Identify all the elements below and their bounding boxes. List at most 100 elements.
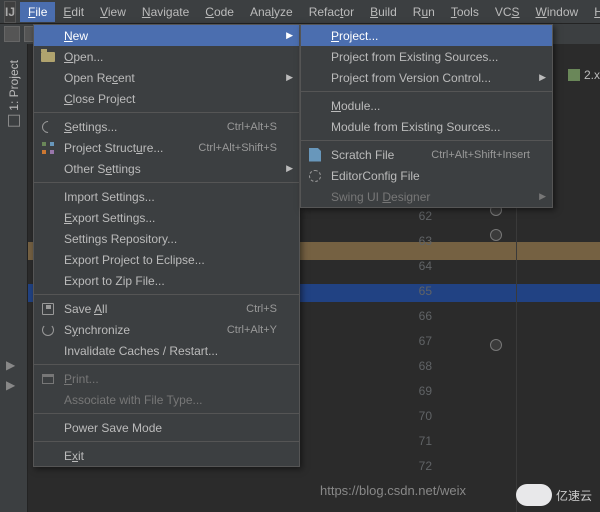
menu-item-label: EditorConfig File <box>331 169 530 183</box>
new-menu-item[interactable]: Project from Version Control... ▶ <box>301 67 552 88</box>
file-menu-item[interactable]: Close Project <box>34 88 299 109</box>
gear-icon <box>309 170 321 182</box>
folder-icon <box>41 52 55 62</box>
menu-shortcut: Ctrl+S <box>246 303 277 315</box>
disk-icon <box>42 303 54 315</box>
file-menu-item[interactable]: Open... <box>34 46 299 67</box>
arrow-right-icon: ▶ <box>6 358 15 372</box>
menubar-analyze[interactable]: Analyze <box>242 2 301 22</box>
menu-item-label: Power Save Mode <box>64 421 277 435</box>
file-menu-item[interactable]: Settings Repository... <box>34 228 299 249</box>
menubar-code[interactable]: Code <box>197 2 242 22</box>
new-menu-item[interactable]: EditorConfig File <box>301 165 552 186</box>
line-number: 72 <box>406 454 432 479</box>
line-number: 68 <box>406 354 432 379</box>
app-icon: IJ <box>4 1 16 23</box>
menubar-window[interactable]: Window <box>528 2 587 22</box>
arrow-right-icon: ▶ <box>6 378 15 392</box>
menubar: IJ FileEditViewNavigateCodeAnalyzeRefact… <box>0 0 600 24</box>
submenu-arrow-icon: ▶ <box>286 163 293 174</box>
submenu-arrow-icon: ▶ <box>286 72 293 83</box>
menu-item-label: Settings... <box>64 120 227 134</box>
watermark-brand-text: 亿速云 <box>556 487 592 504</box>
file-menu-item[interactable]: Export to Zip File... <box>34 270 299 291</box>
menu-item-label: Project from Existing Sources... <box>331 50 530 64</box>
menu-item-label: Project Structure... <box>64 141 198 155</box>
editor-tab-label: 2.xml <box>584 68 600 82</box>
project-tool-tab[interactable]: 1: Project <box>5 56 23 131</box>
fold-icon[interactable] <box>490 229 502 241</box>
fold-gutter <box>490 204 506 364</box>
new-menu-item[interactable]: Module... <box>301 95 552 116</box>
menu-item-label: Export Settings... <box>64 211 277 225</box>
file-menu-item[interactable]: Print... <box>34 368 299 389</box>
editor-tab[interactable]: 2.xml <box>568 68 600 82</box>
line-number-gutter: 6263646566676869707172 <box>406 204 432 479</box>
submenu-arrow-icon: ▶ <box>539 72 546 83</box>
menu-item-label: Save All <box>64 302 246 316</box>
line-number: 67 <box>406 329 432 354</box>
new-menu-item[interactable]: Swing UI Designer▶ <box>301 186 552 207</box>
menu-shortcut: Ctrl+Alt+Shift+S <box>198 142 277 154</box>
menu-item-label: Exit <box>64 449 277 463</box>
line-number: 65 <box>406 279 432 304</box>
struct-icon <box>42 142 54 154</box>
file-menu-item[interactable]: Export Project to Eclipse... <box>34 249 299 270</box>
menu-item-label: Swing UI Designer <box>331 190 530 204</box>
file-menu-item[interactable]: New▶ <box>34 25 299 46</box>
file-menu-item[interactable]: Associate with File Type... <box>34 389 299 410</box>
menu-item-label: Export to Zip File... <box>64 274 277 288</box>
scratch-icon <box>309 148 321 162</box>
wrench-icon <box>40 118 57 135</box>
menubar-build[interactable]: Build <box>362 2 405 22</box>
menubar-tools[interactable]: Tools <box>443 2 487 22</box>
new-menu-item[interactable]: Project... <box>301 25 552 46</box>
menubar-run[interactable]: Run <box>405 2 443 22</box>
project-tool-icon <box>8 115 20 127</box>
line-number: 69 <box>406 379 432 404</box>
menubar-view[interactable]: View <box>92 2 134 22</box>
menu-item-label: Module... <box>331 99 530 113</box>
file-menu-item[interactable]: Invalidate Caches / Restart... <box>34 340 299 361</box>
xml-file-icon <box>568 69 580 81</box>
file-menu-item[interactable]: SynchronizeCtrl+Alt+Y <box>34 319 299 340</box>
file-menu-item[interactable]: Power Save Mode <box>34 417 299 438</box>
toolwindow-arrows: ▶ ▶ <box>6 358 15 392</box>
print-icon <box>42 374 54 384</box>
menu-separator <box>34 413 299 414</box>
project-tool-label: 1: Project <box>7 60 21 111</box>
file-menu-item[interactable]: Settings...Ctrl+Alt+S <box>34 116 299 137</box>
menu-item-label: Print... <box>64 372 277 386</box>
menu-shortcut: Ctrl+Alt+S <box>227 121 277 133</box>
file-menu-item[interactable]: Open Recent▶ <box>34 67 299 88</box>
menu-item-label: Module from Existing Sources... <box>331 120 530 134</box>
fold-icon[interactable] <box>490 339 502 351</box>
menu-separator <box>34 182 299 183</box>
menu-separator <box>34 364 299 365</box>
menu-shortcut: Ctrl+Alt+Shift+Insert <box>431 149 530 161</box>
menubar-navigate[interactable]: Navigate <box>134 2 197 22</box>
menubar-vcs[interactable]: VCS <box>487 2 528 22</box>
new-menu-item[interactable]: Scratch FileCtrl+Alt+Shift+Insert <box>301 144 552 165</box>
file-menu-item[interactable]: Exit <box>34 445 299 466</box>
menu-item-label: Project from Version Control... <box>331 71 530 85</box>
file-menu-item[interactable]: Import Settings... <box>34 186 299 207</box>
menu-shortcut: Ctrl+Alt+Y <box>227 324 277 336</box>
menu-separator <box>301 140 552 141</box>
file-menu-item[interactable]: Project Structure...Ctrl+Alt+Shift+S <box>34 137 299 158</box>
menu-item-label: Project... <box>331 29 530 43</box>
new-menu-item[interactable]: Module from Existing Sources... <box>301 116 552 137</box>
menubar-refactor[interactable]: Refactor <box>301 2 362 22</box>
menubar-edit[interactable]: Edit <box>55 2 92 22</box>
menu-item-label: Settings Repository... <box>64 232 277 246</box>
menubar-he[interactable]: He <box>586 2 600 22</box>
menu-separator <box>34 441 299 442</box>
new-submenu: Project... Project from Existing Sources.… <box>300 24 553 208</box>
tool-new-icon[interactable] <box>4 26 20 42</box>
file-menu-item[interactable]: Other Settings▶ <box>34 158 299 179</box>
file-menu-item[interactable]: Export Settings... <box>34 207 299 228</box>
menubar-file[interactable]: File <box>20 2 55 22</box>
file-menu-item[interactable]: Save AllCtrl+S <box>34 298 299 319</box>
menu-item-label: Synchronize <box>64 323 227 337</box>
new-menu-item[interactable]: Project from Existing Sources... <box>301 46 552 67</box>
